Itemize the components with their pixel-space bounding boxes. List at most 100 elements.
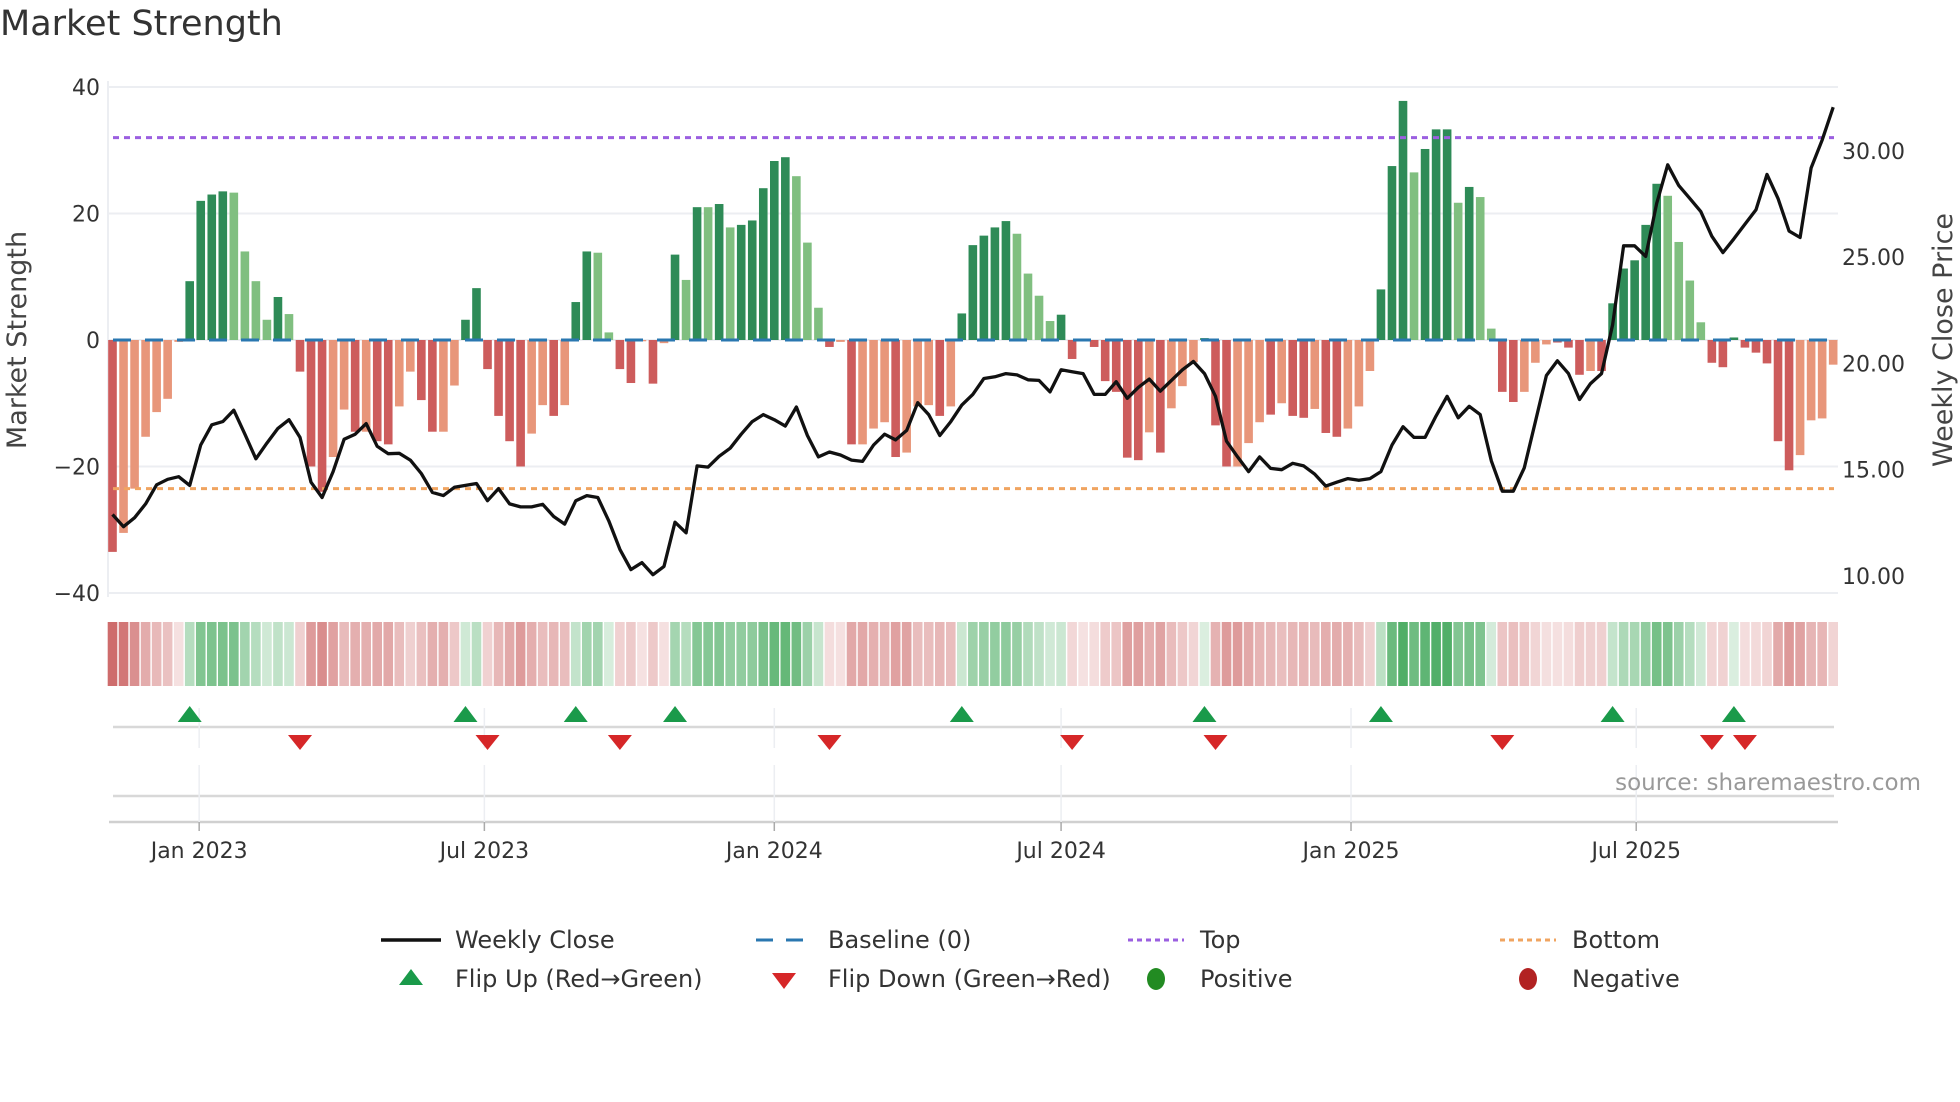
flip-down-marker [607, 735, 632, 750]
strength-bar [317, 340, 327, 492]
strength-heat-cell [1740, 622, 1750, 686]
strength-bar [758, 188, 768, 340]
strength-heat-cell [957, 622, 967, 686]
strength-heat-cell [273, 622, 283, 686]
strength-heat-cell [648, 622, 658, 686]
strength-heat-cell [846, 622, 857, 686]
strength-heat-cell [945, 622, 956, 686]
strength-bar [946, 340, 956, 407]
strength-heat-cell [482, 622, 493, 686]
strength-heat-cell [173, 622, 184, 686]
strength-bar [1828, 340, 1838, 365]
strength-bar [383, 340, 393, 445]
strength-bar [1100, 340, 1110, 382]
strength-heat-cell [1001, 622, 1011, 686]
strength-heat-cell [559, 622, 570, 686]
strength-heat-cell [1155, 622, 1166, 686]
strength-heat-cell [1287, 622, 1298, 686]
x-tick-label: Jul 2023 [438, 839, 530, 864]
strength-bar [417, 340, 426, 401]
strength-heat-cell [1618, 622, 1629, 686]
strength-heat-cell [107, 622, 118, 686]
strength-heat-cell [968, 622, 978, 686]
strength-heat-cell [548, 622, 559, 686]
strength-bar [1310, 340, 1320, 409]
strength-bar [1244, 340, 1253, 444]
strength-bar [1189, 340, 1198, 363]
strength-heat-cell [1254, 622, 1265, 686]
strength-bar [593, 252, 603, 340]
strength-heat-cell [118, 622, 129, 686]
strength-heat-cell [1199, 622, 1210, 686]
strength-heat-cell [824, 622, 835, 686]
strength-bar [428, 340, 437, 432]
strength-bar [196, 200, 206, 340]
flip-up-marker [663, 706, 688, 722]
strength-heat-cell [372, 622, 383, 686]
strength-heat-cell [990, 622, 1000, 686]
strength-bar [803, 242, 812, 340]
strength-heat-cell [1651, 622, 1662, 686]
strength-heat-cell [1232, 622, 1243, 686]
strength-bar [1431, 129, 1441, 340]
strength-bar [1817, 340, 1827, 419]
legend-label: Top [1200, 926, 1241, 954]
strength-heat-cell [747, 622, 758, 686]
strength-bar [450, 340, 459, 386]
strength-heat-cell [1718, 622, 1728, 686]
flip-down-marker [1732, 735, 1757, 750]
strength-bar [1486, 328, 1496, 340]
strength-bar [218, 191, 228, 340]
strength-heat-cell [350, 622, 360, 686]
flip-down-marker [1203, 735, 1228, 750]
strength-heat-cell [626, 622, 636, 686]
strength-heat-cell [328, 622, 338, 686]
strength-bar [119, 340, 128, 533]
strength-bar [1354, 340, 1364, 407]
strength-bar [207, 194, 217, 340]
strength-heat-cell [129, 622, 140, 686]
strength-heat-cell [1276, 622, 1287, 686]
flip-down-marker [475, 735, 500, 750]
strength-heat-cell [1034, 622, 1044, 686]
strength-heat-cell [1243, 622, 1254, 686]
strength-heat-cell [317, 622, 327, 686]
strength-heat-cell [229, 622, 239, 686]
strength-bar [284, 314, 294, 340]
strength-heat-cell [262, 622, 272, 686]
strength-heat-cell [184, 622, 195, 686]
strength-heat-cell [681, 622, 691, 686]
strength-heat-cell [537, 622, 548, 686]
strength-bar [163, 340, 172, 399]
strength-bar [1365, 340, 1375, 371]
strength-heat-cell [1453, 622, 1463, 686]
y-tick-label: −40 [54, 582, 100, 607]
dotted-line-icon [1500, 938, 1556, 942]
solid-line-icon [381, 938, 441, 942]
strength-heat-cell [1343, 622, 1353, 686]
strength-bar [251, 281, 261, 340]
strength-heat-cell [1056, 622, 1066, 686]
strength-heat-cell [1795, 622, 1805, 686]
y2-tick-label: 10.00 [1842, 565, 1905, 590]
strength-heat-cell [1817, 622, 1827, 686]
strength-bar [361, 340, 371, 432]
strength-heat-cell [1221, 622, 1232, 686]
strength-bar [1343, 340, 1353, 429]
strength-bar [968, 245, 978, 340]
strength-heat-cell [438, 622, 449, 686]
strength-heat-cell [1210, 622, 1221, 686]
strength-bar [240, 251, 250, 340]
strength-heat-cell [1431, 622, 1441, 686]
strength-bar [858, 340, 867, 445]
strength-bar [439, 340, 448, 432]
strength-heat-cell [1387, 622, 1397, 686]
flip-up-marker [1368, 706, 1393, 722]
legend-label: Flip Down (Green→Red) [828, 965, 1111, 993]
strength-heat-cell [604, 622, 614, 686]
legend-negative: Negative [1498, 964, 1680, 994]
strength-heat-cell [151, 622, 162, 686]
strength-bar [836, 340, 845, 342]
strength-heat-cell [405, 622, 416, 686]
strength-bar [1453, 202, 1463, 340]
